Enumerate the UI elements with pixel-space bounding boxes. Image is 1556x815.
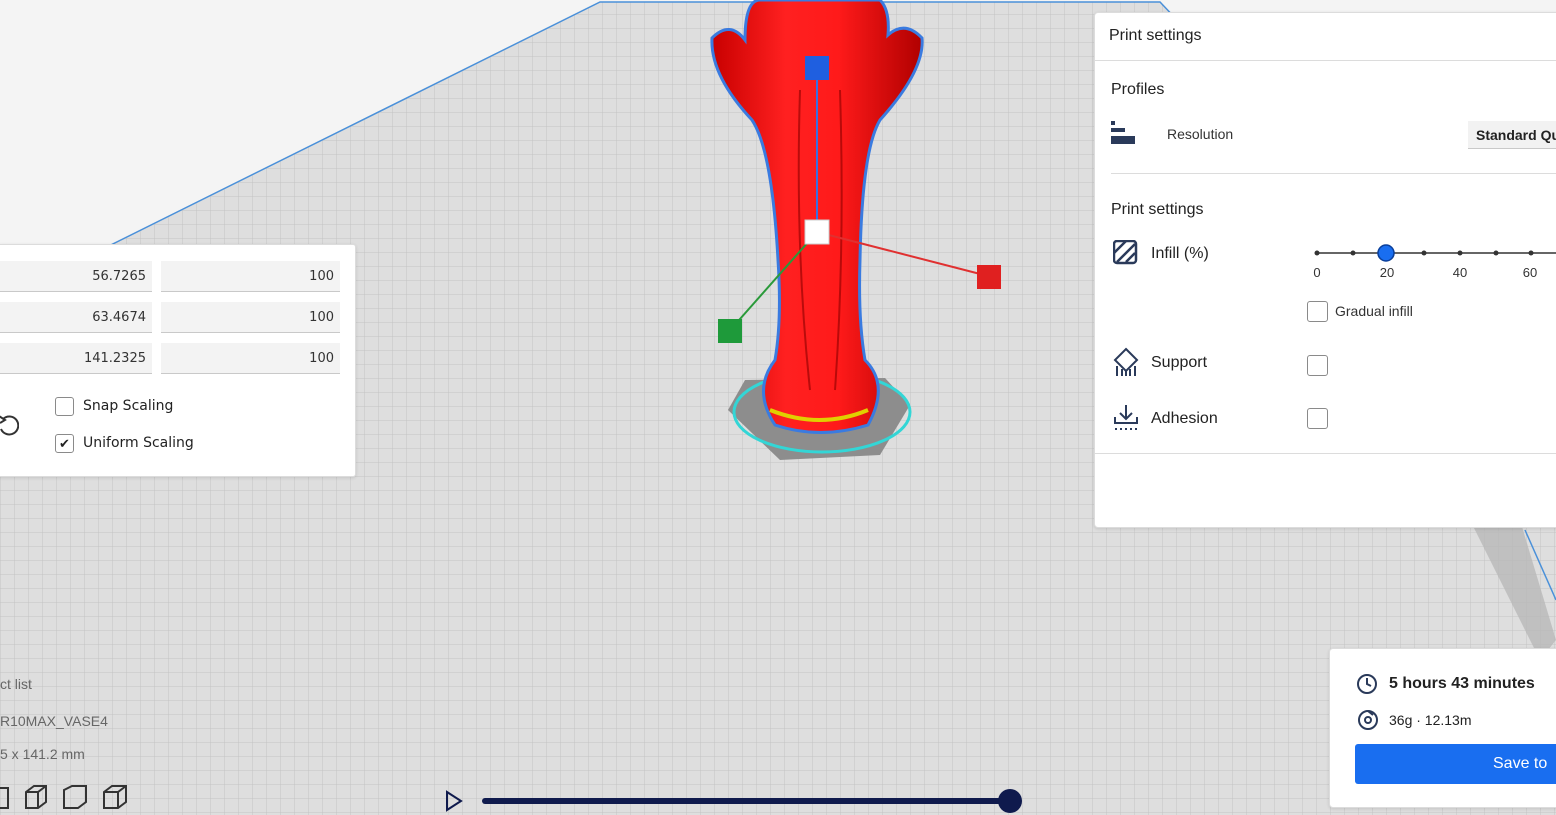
clock-icon xyxy=(1357,674,1377,694)
infill-icon xyxy=(1113,240,1138,265)
scale-y-percent-field[interactable]: 100 xyxy=(161,302,340,333)
spool-icon xyxy=(1358,710,1378,730)
divider xyxy=(1095,60,1556,61)
scale-z-mm-field[interactable]: 141.2325 xyxy=(0,343,152,374)
gradual-infill-label: Gradual infill xyxy=(1335,303,1413,319)
support-label: Support xyxy=(1151,354,1208,371)
uniform-scaling-checkbox[interactable]: ✔ xyxy=(55,434,74,453)
infill-tick-60: 60 xyxy=(1522,265,1538,280)
reset-rotate-icon[interactable] xyxy=(0,413,19,439)
adhesion-label: Adhesion xyxy=(1151,410,1218,427)
divider xyxy=(1095,453,1556,454)
layer-slider-handle[interactable] xyxy=(998,789,1022,813)
scale-x-mm-field[interactable]: 56.7265 xyxy=(0,261,152,292)
resolution-label: Resolution xyxy=(1167,126,1234,142)
infill-tick-0: 0 xyxy=(1313,265,1321,280)
infill-slider[interactable] xyxy=(1307,241,1556,265)
divider xyxy=(1111,173,1556,174)
object-list-title[interactable]: ct list xyxy=(0,676,32,692)
material-usage: 36g · 12.13m xyxy=(1389,712,1472,728)
object-name: R10MAX_VASE4 xyxy=(0,713,108,729)
snap-scaling-checkbox[interactable] xyxy=(55,397,74,416)
print-settings-title: Print settings xyxy=(1111,201,1204,218)
infill-slider-handle xyxy=(1377,244,1395,262)
adhesion-icon xyxy=(1114,405,1138,430)
snap-scaling-label: Snap Scaling xyxy=(83,398,174,414)
infill-label: Infill (%) xyxy=(1151,245,1209,262)
adhesion-checkbox[interactable] xyxy=(1307,408,1328,429)
layer-slider-track[interactable] xyxy=(482,798,1012,804)
resolution-icon xyxy=(1111,121,1135,144)
profiles-title: Profiles xyxy=(1111,81,1165,98)
play-icon[interactable] xyxy=(444,790,464,812)
object-dimensions: 5 x 141.2 mm xyxy=(0,746,85,762)
uniform-scaling-label: Uniform Scaling xyxy=(83,435,194,451)
scale-tool-panel: 56.7265 100 63.4674 100 141.2325 100 Sna… xyxy=(0,244,356,477)
gradual-infill-checkbox[interactable] xyxy=(1307,301,1328,322)
print-settings-panel: Print settings Profiles Resolution Stand… xyxy=(1094,12,1556,528)
support-icon xyxy=(1113,347,1139,376)
support-checkbox[interactable] xyxy=(1307,355,1328,376)
save-to-disk-button[interactable]: Save to xyxy=(1355,744,1556,784)
scale-x-percent-field[interactable]: 100 xyxy=(161,261,340,292)
print-settings-header[interactable]: Print settings xyxy=(1109,27,1201,45)
scale-y-mm-field[interactable]: 63.4674 xyxy=(0,302,152,333)
print-time: 5 hours 43 minutes xyxy=(1389,675,1535,692)
resolution-profile-select[interactable]: Standard Qu xyxy=(1468,121,1556,149)
infill-tick-20: 20 xyxy=(1379,265,1395,280)
scale-z-percent-field[interactable]: 100 xyxy=(161,343,340,374)
job-specs-panel: 5 hours 43 minutes 36g · 12.13m Save to xyxy=(1329,648,1556,808)
infill-tick-40: 40 xyxy=(1452,265,1468,280)
